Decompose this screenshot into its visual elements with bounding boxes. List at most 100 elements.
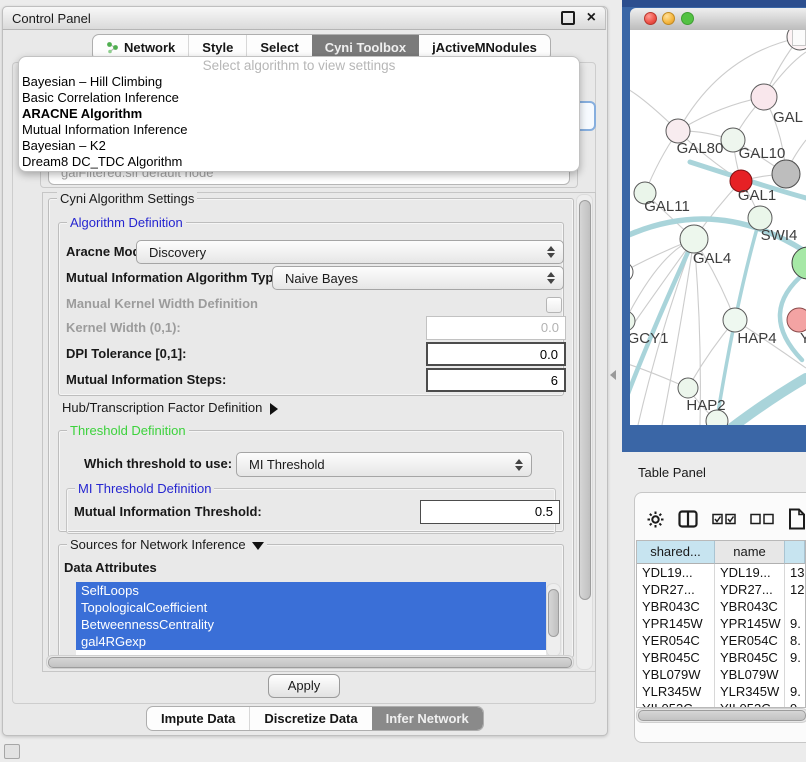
mi-threshold-group-title: MI Threshold Definition <box>75 481 214 496</box>
node-left1[interactable] <box>630 262 633 282</box>
settings-vscrollbar[interactable] <box>576 194 593 670</box>
node-gray[interactable] <box>772 160 800 188</box>
node-green[interactable] <box>792 247 806 279</box>
table-row[interactable]: YBR043CYBR043C <box>637 598 805 615</box>
table-row[interactable]: YPR145WYPR145W9. <box>637 615 805 632</box>
node-gcy1[interactable] <box>630 311 635 331</box>
network-window-titlebar[interactable] <box>630 8 806 31</box>
node-gal-label: GAL <box>773 109 803 126</box>
table-row[interactable]: YLR345WYLR345W9. <box>637 683 805 700</box>
table-row[interactable]: YIL052CYIL052C9 <box>637 700 805 708</box>
collapsed-panel-button[interactable] <box>4 744 20 759</box>
attr-list-scrollbar[interactable] <box>546 583 561 657</box>
column-header[interactable] <box>785 541 805 564</box>
table-cell <box>785 666 805 683</box>
algorithm-item[interactable]: Basic Correlation Inference <box>19 90 579 106</box>
table-panel-title: Table Panel <box>638 465 706 480</box>
splitter-arrow-icon[interactable] <box>610 370 616 380</box>
table-cell: YER054C <box>715 632 785 649</box>
hub-definition-toggle[interactable]: Hub/Transcription Factor Definition <box>62 398 278 418</box>
columns-icon[interactable] <box>678 510 698 528</box>
table-hscrollbar-thumb[interactable] <box>638 710 806 721</box>
unchecked-boxes-icon[interactable] <box>750 513 774 525</box>
table-cell: 13 <box>785 564 805 581</box>
node-gal[interactable] <box>751 84 777 110</box>
table-cell: YBR043C <box>637 598 715 615</box>
settings-hscrollbar-thumb[interactable] <box>48 657 572 668</box>
kernel-width-field[interactable]: 0.0 <box>426 316 566 340</box>
dpi-tolerance-field[interactable]: 0.0 <box>426 342 566 366</box>
table-cell: 9. <box>785 649 805 666</box>
bottom-tab-impute-data[interactable]: Impute Data <box>147 707 249 730</box>
algorithm-item[interactable]: ARACNE Algorithm <box>19 106 579 122</box>
network-scrollbar-stub[interactable] <box>792 30 806 46</box>
which-threshold-combo[interactable]: MI Threshold <box>236 452 532 477</box>
control-panel-title: Control Panel <box>12 11 91 26</box>
node-hap2[interactable] <box>678 378 698 398</box>
attribute-item[interactable]: BetweennessCentrality <box>76 616 546 633</box>
attribute-item[interactable]: TopologicalCoefficient <box>76 599 546 616</box>
table-row[interactable]: YDR27...YDR27...12 <box>637 581 805 598</box>
node-salmon[interactable] <box>787 308 806 332</box>
apply-button[interactable]: Apply <box>268 674 340 698</box>
table-row[interactable]: YER054CYER054C8. <box>637 632 805 649</box>
which-threshold-label: Which threshold to use: <box>84 452 232 476</box>
aracne-mode-combo[interactable]: Discovery <box>136 240 564 264</box>
attribute-item[interactable]: SelfLoops <box>76 582 546 599</box>
settings-vscrollbar-thumb[interactable] <box>579 200 591 600</box>
zoom-window-icon[interactable] <box>681 12 694 25</box>
network-edge[interactable] <box>678 97 764 131</box>
table-cell: YBL079W <box>637 666 715 683</box>
node-gal80-label: GAL80 <box>677 140 724 157</box>
node-table: shared...name YDL19...YDL19...13YDR27...… <box>636 540 806 708</box>
column-header[interactable]: name <box>715 541 785 564</box>
mi-threshold-field[interactable]: 0.5 <box>420 500 560 524</box>
algorithm-placeholder: Select algorithm to view settings <box>19 57 579 74</box>
network-canvas[interactable]: GALGAL80GAL10GAL1GAL11SWI4GAL4GCY1HAP4YH… <box>630 30 806 425</box>
algorithm-item[interactable]: Bayesian – Hill Climbing <box>19 74 579 90</box>
float-panel-icon[interactable] <box>561 11 575 25</box>
close-window-icon[interactable] <box>644 12 657 25</box>
manual-kernel-checkbox[interactable] <box>546 297 562 313</box>
mi-type-label: Mutual Information Algorithm Type: <box>66 266 285 290</box>
mi-type-combo[interactable]: Naive Bayes <box>272 266 564 290</box>
gear-icon[interactable] <box>647 511 664 528</box>
table-row[interactable]: YBR045CYBR045C9. <box>637 649 805 666</box>
node-swi4-label: SWI4 <box>761 227 798 244</box>
table-row[interactable]: YBL079WYBL079W <box>637 666 805 683</box>
algorithm-item[interactable]: Bayesian – K2 <box>19 138 579 154</box>
node-hap4[interactable] <box>723 308 747 332</box>
table-cell: 9. <box>785 615 805 632</box>
table-cell: YDR27... <box>637 581 715 598</box>
node-gal10-label: GAL10 <box>739 145 786 162</box>
table-cell: YIL052C <box>715 700 785 708</box>
column-header[interactable]: shared... <box>637 541 715 564</box>
table-row[interactable]: YDL19...YDL19...13 <box>637 564 805 581</box>
table-hscrollbar[interactable] <box>636 708 806 723</box>
settings-hscrollbar[interactable] <box>46 655 574 669</box>
document-icon[interactable] <box>788 508 806 530</box>
algorithm-item[interactable]: Mutual Information Inference <box>19 122 579 138</box>
attribute-item[interactable]: gal4RGexp <box>76 633 546 650</box>
dpi-tolerance-label: DPI Tolerance [0,1]: <box>66 342 186 366</box>
mi-threshold-label: Mutual Information Threshold: <box>74 500 262 524</box>
data-attributes-list: SelfLoopsTopologicalCoefficientBetweenne… <box>76 582 546 656</box>
table-header-row: shared...name <box>637 541 805 564</box>
node-gcy1-label: GCY1 <box>630 330 668 347</box>
bottom-tab-discretize-data[interactable]: Discretize Data <box>249 707 371 730</box>
algorithm-dropdown-popup: Select algorithm to view settings Bayesi… <box>18 56 580 172</box>
node-gal4[interactable] <box>680 225 708 253</box>
network-edge-thick[interactable] <box>726 378 806 425</box>
node-hap2-label: HAP2 <box>686 397 725 414</box>
mi-steps-field[interactable]: 6 <box>426 368 566 392</box>
attr-scrollbar-thumb[interactable] <box>548 589 559 637</box>
checked-boxes-icon[interactable] <box>712 513 736 525</box>
minimize-window-icon[interactable] <box>662 12 675 25</box>
expanded-arrow-icon <box>252 542 264 550</box>
algorithm-item[interactable]: Dream8 DC_TDC Algorithm <box>19 154 579 170</box>
table-cell: 8. <box>785 632 805 649</box>
table-cell: YPR145W <box>715 615 785 632</box>
bottom-tab-infer-network[interactable]: Infer Network <box>372 707 483 730</box>
network-icon <box>106 41 119 54</box>
close-panel-icon[interactable]: × <box>587 13 596 23</box>
